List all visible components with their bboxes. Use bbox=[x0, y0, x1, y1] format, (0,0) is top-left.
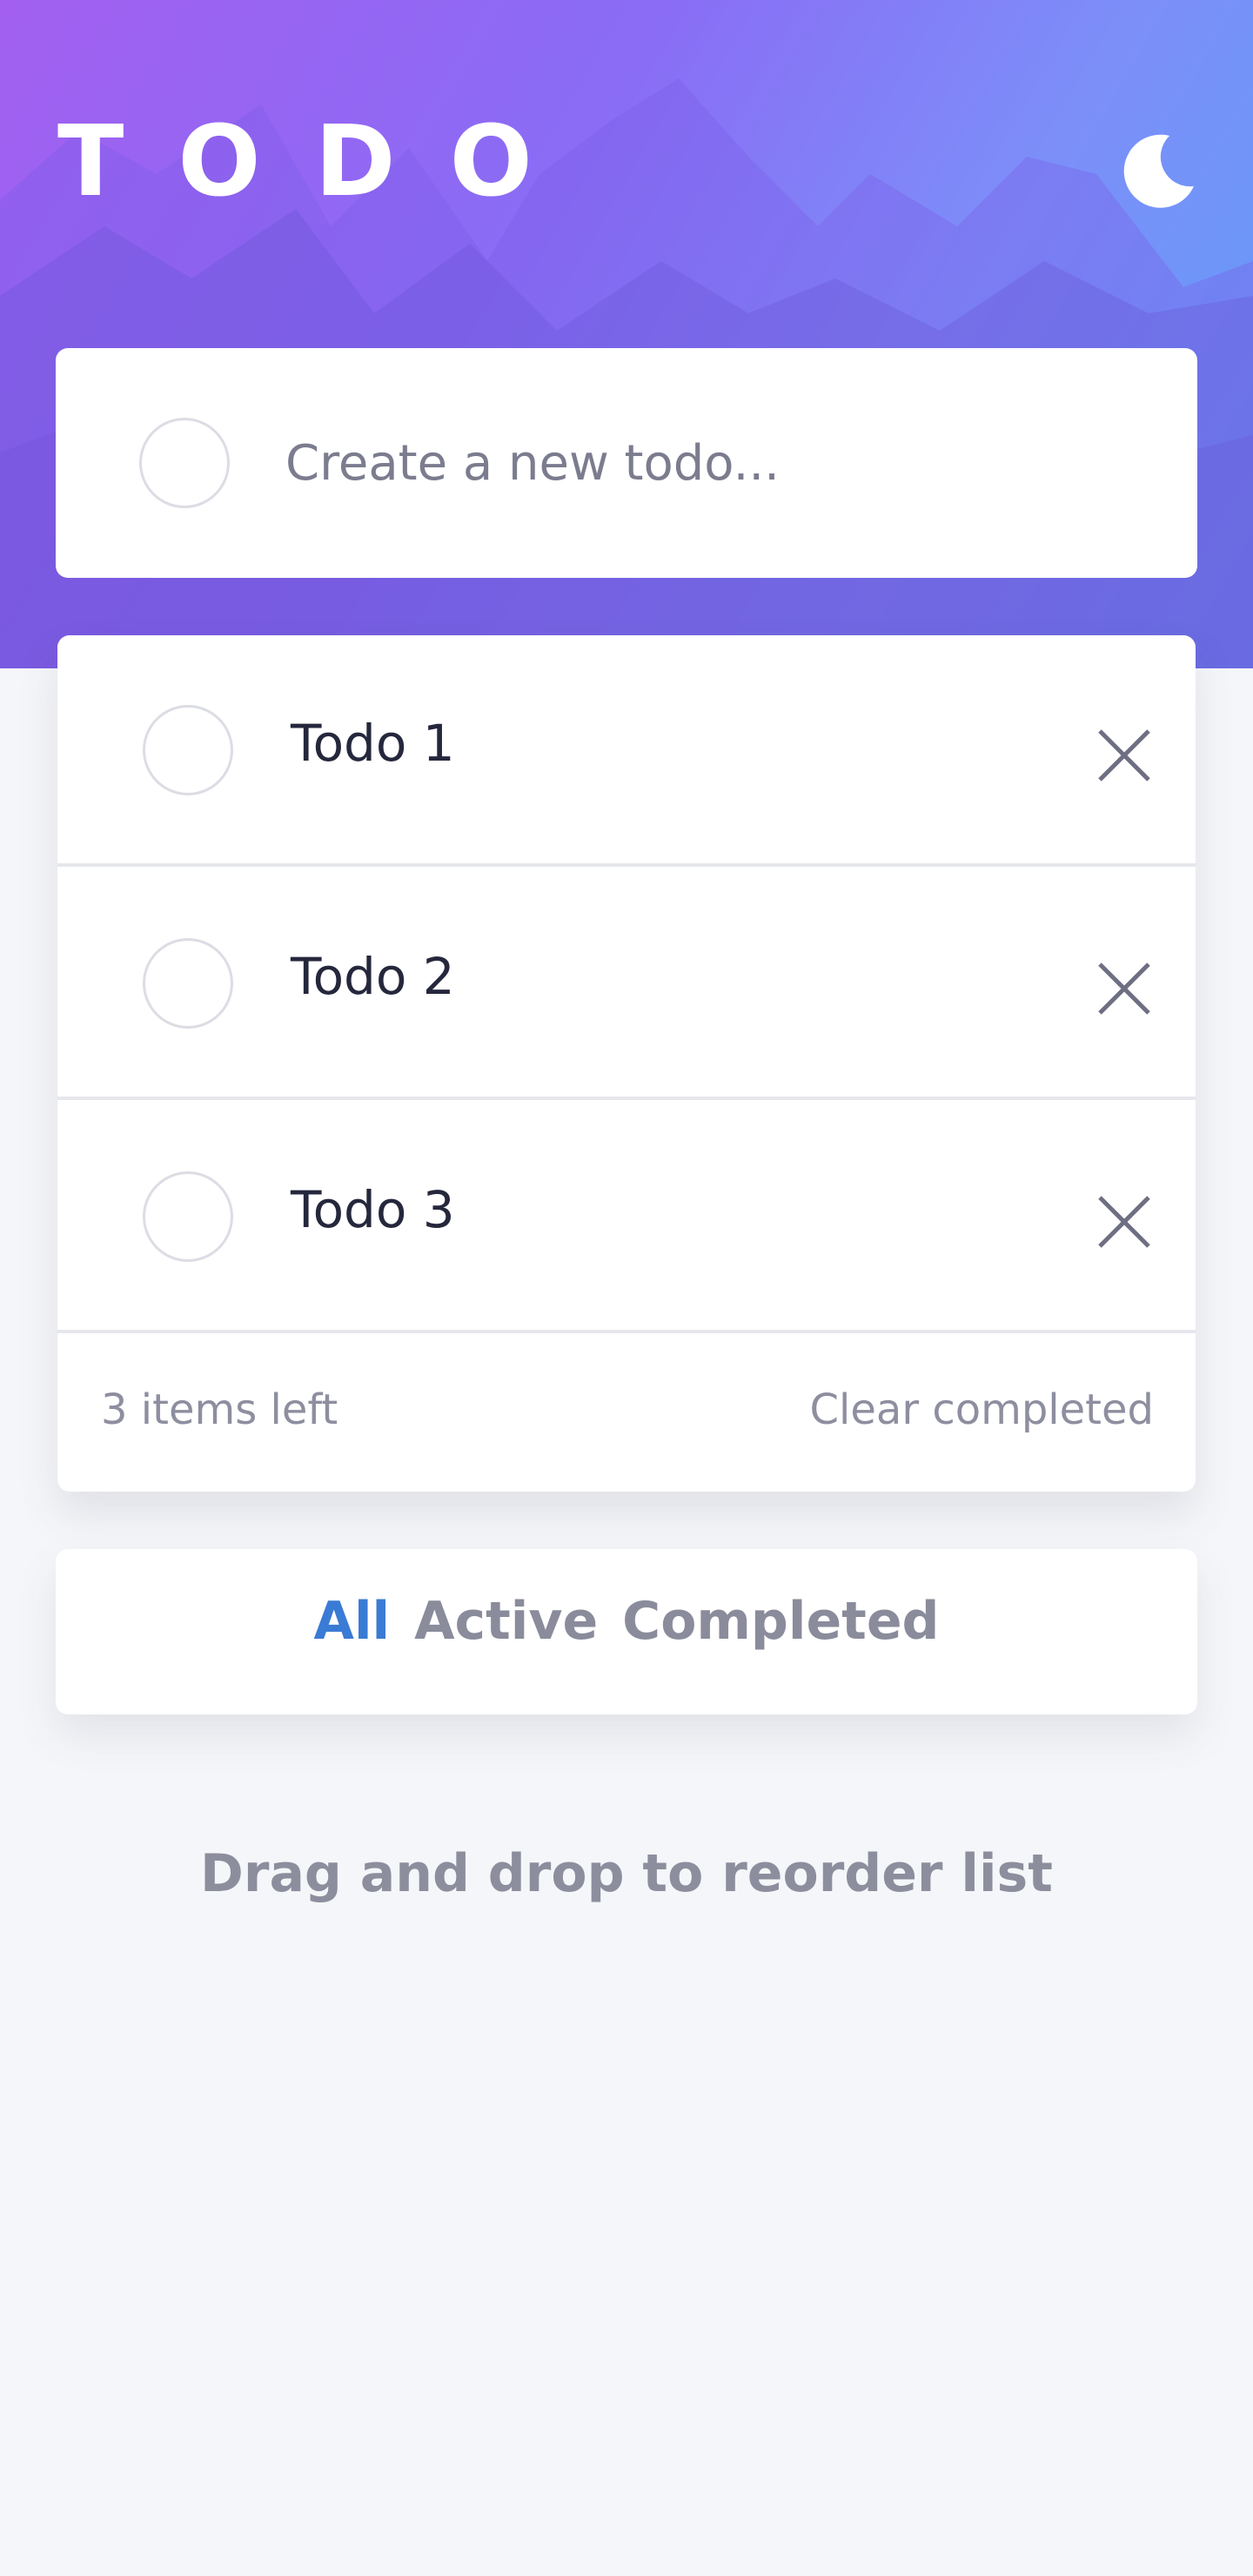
todo-text: Todo 1 bbox=[291, 714, 455, 773]
filter-bar: All Active Completed bbox=[56, 1549, 1197, 1714]
todo-check-circle[interactable] bbox=[143, 705, 233, 795]
new-todo-card bbox=[56, 348, 1197, 578]
todo-check-circle[interactable] bbox=[143, 1171, 233, 1262]
todo-item[interactable]: Todo 3 bbox=[57, 1102, 1196, 1333]
close-icon[interactable] bbox=[1091, 1189, 1157, 1255]
todo-text: Todo 3 bbox=[291, 1180, 455, 1239]
todo-list: Todo 1 Todo 2 Todo 3 3 items left Clear … bbox=[57, 635, 1196, 1492]
new-todo-input[interactable] bbox=[285, 419, 1121, 506]
reorder-hint: Drag and drop to reorder list bbox=[200, 1843, 1053, 1904]
moon-icon bbox=[1123, 134, 1194, 208]
items-left-count: 3 items left bbox=[101, 1385, 338, 1434]
filter-active[interactable]: Active bbox=[414, 1591, 598, 1652]
close-icon[interactable] bbox=[1091, 956, 1157, 1022]
todo-check-circle[interactable] bbox=[143, 938, 233, 1029]
todo-item[interactable]: Todo 2 bbox=[57, 869, 1196, 1100]
todo-item[interactable]: Todo 1 bbox=[57, 635, 1196, 867]
filter-all[interactable]: All bbox=[314, 1591, 391, 1652]
todo-text: Todo 2 bbox=[291, 947, 455, 1006]
close-icon[interactable] bbox=[1091, 722, 1157, 788]
new-todo-check-circle[interactable] bbox=[139, 418, 230, 508]
list-footer: 3 items left Clear completed bbox=[57, 1335, 1196, 1492]
theme-toggle-button[interactable] bbox=[1117, 132, 1197, 212]
app-title: TODO bbox=[57, 105, 586, 218]
filter-completed[interactable]: Completed bbox=[622, 1591, 939, 1652]
clear-completed-button[interactable]: Clear completed bbox=[810, 1385, 1154, 1434]
